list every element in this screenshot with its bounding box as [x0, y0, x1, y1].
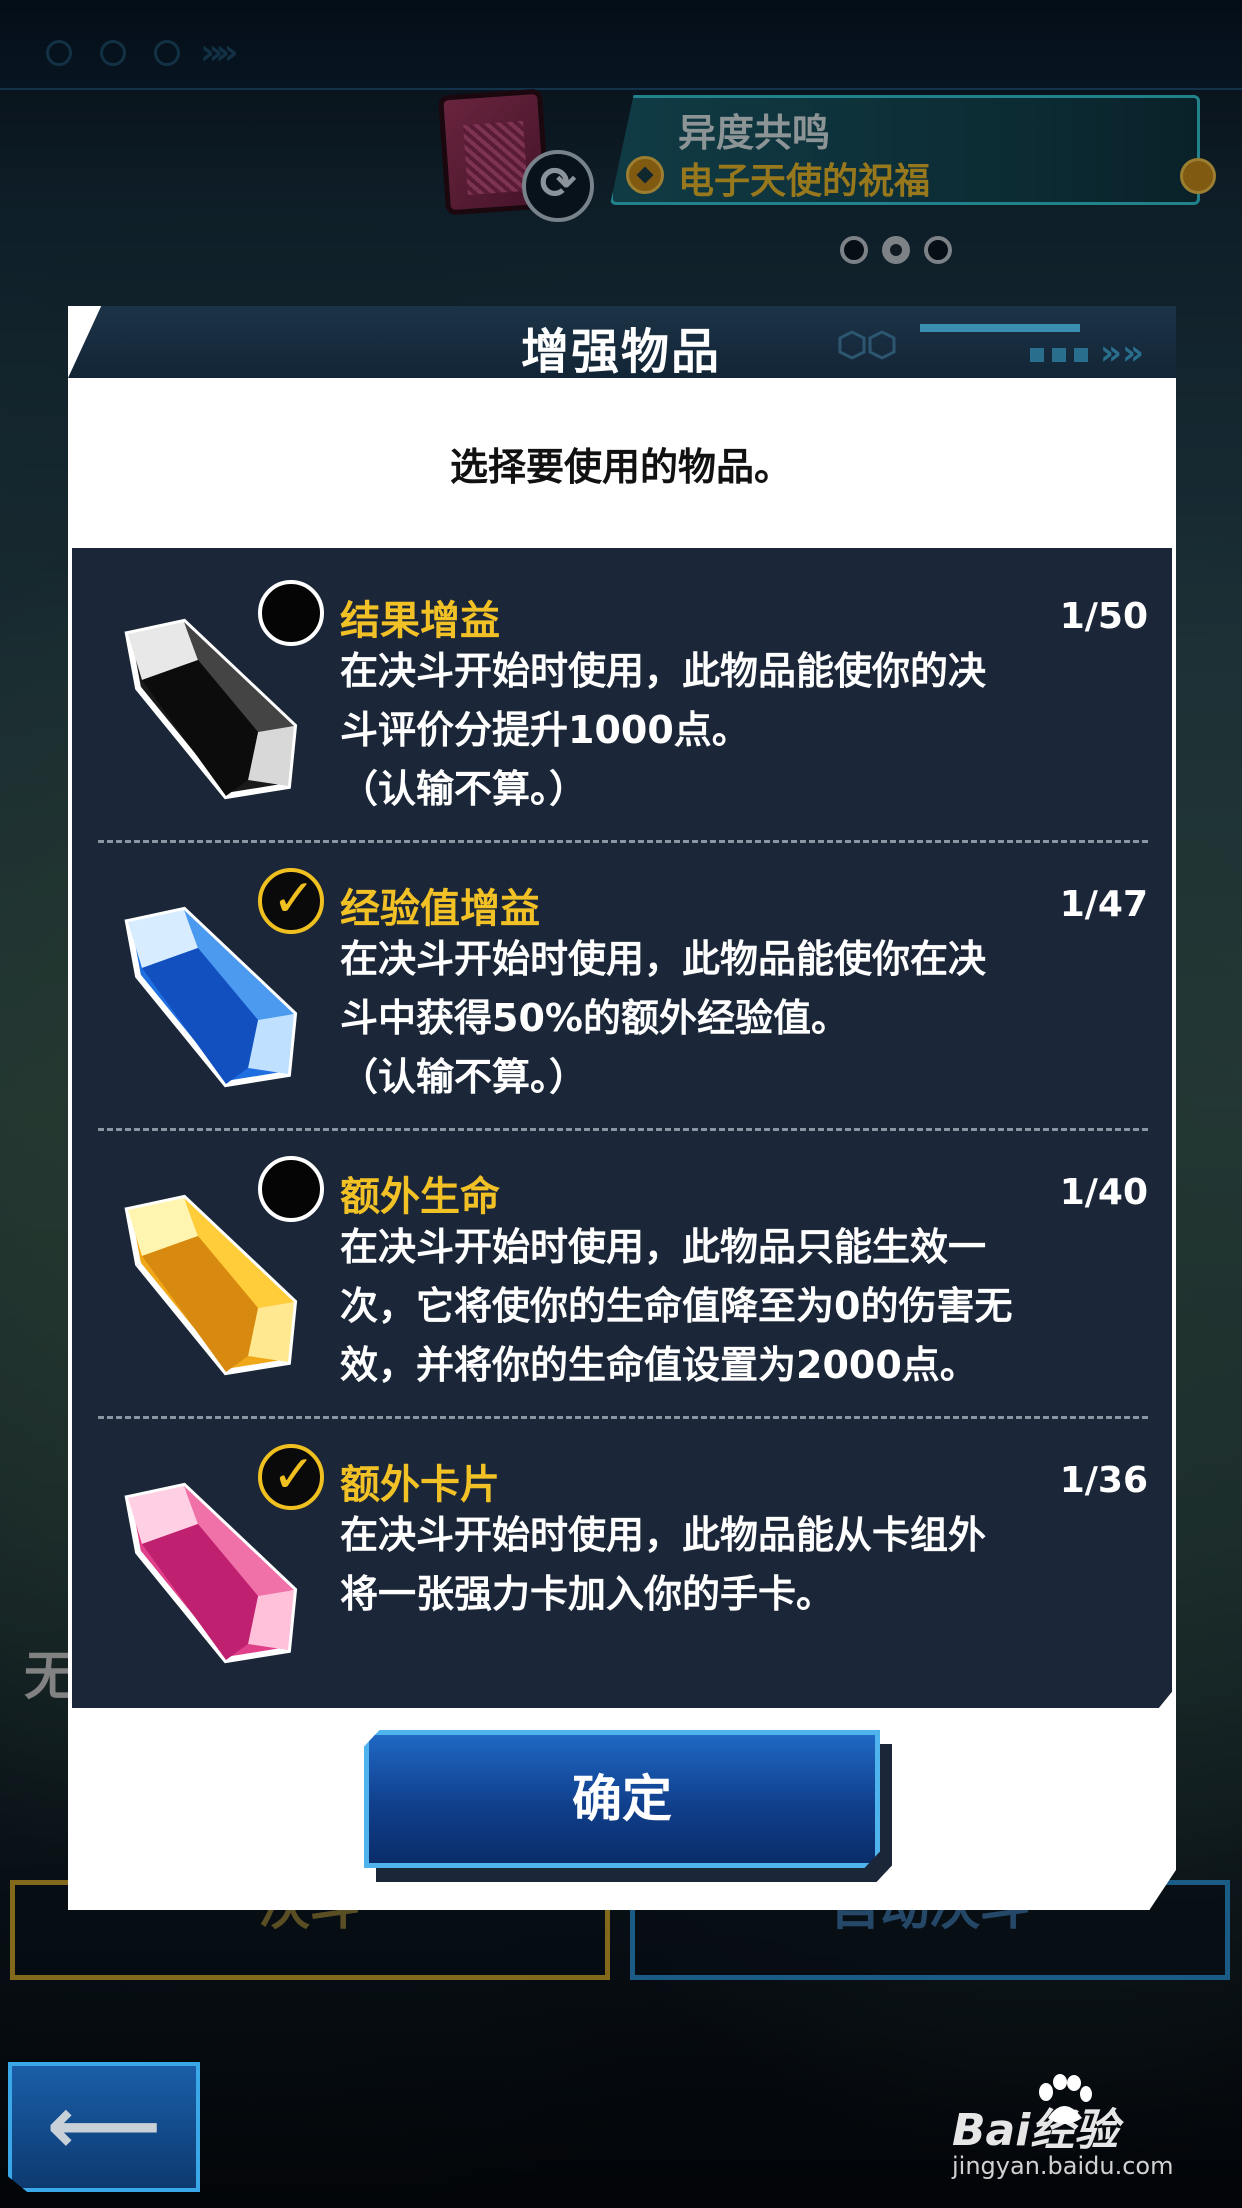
item-name: 额外生命: [340, 1174, 500, 1220]
item-description: 在决斗开始时使用，此物品能从卡组外 将一张强力卡加入你的手卡。: [340, 1513, 987, 1616]
left-arrow-icon: ⟵: [46, 2079, 162, 2172]
dialog-title: 增强物品: [520, 324, 721, 380]
checkmark-icon: ✓: [272, 869, 316, 929]
item-checkbox[interactable]: ✓: [258, 1156, 324, 1222]
item-count: 1/36: [1059, 1460, 1148, 1501]
item-name: 经验值增益: [340, 886, 540, 932]
confirm-button[interactable]: 确定: [364, 1730, 880, 1868]
item-count: 1/47: [1059, 884, 1148, 925]
checkmark-icon: ✓: [272, 1445, 316, 1505]
item-checkbox[interactable]: ✓: [258, 580, 324, 646]
item-count: 1/40: [1059, 1172, 1148, 1213]
dialog-subtitle: 选择要使用的物品。: [449, 445, 792, 489]
item-name: 结果增益: [340, 598, 500, 644]
item-count: 1/50: [1059, 596, 1148, 637]
item-checkbox[interactable]: ✓: [258, 868, 324, 934]
watermark-url: jingyan.baidu.com: [952, 2152, 1174, 2180]
item-description: 在决斗开始时使用，此物品能使你的决 斗评价分提升1000点。 （认输不算。）: [340, 649, 987, 811]
item-checkbox[interactable]: ✓: [258, 1444, 324, 1510]
divider: [98, 1416, 1148, 1419]
back-button[interactable]: ⟵: [8, 2062, 200, 2192]
item-description: 在决斗开始时使用，此物品只能生效一 次，它将使你的生命值降至为0的伤害无 效，并…: [340, 1225, 1013, 1387]
divider: [98, 1128, 1148, 1131]
divider: [98, 840, 1148, 843]
watermark-brand: Bai经验: [952, 2105, 1119, 2156]
item-name: 额外卡片: [340, 1462, 500, 1508]
item-description: 在决斗开始时使用，此物品能使你在决 斗中获得50%的额外经验值。 （认输不算。）: [340, 937, 987, 1099]
